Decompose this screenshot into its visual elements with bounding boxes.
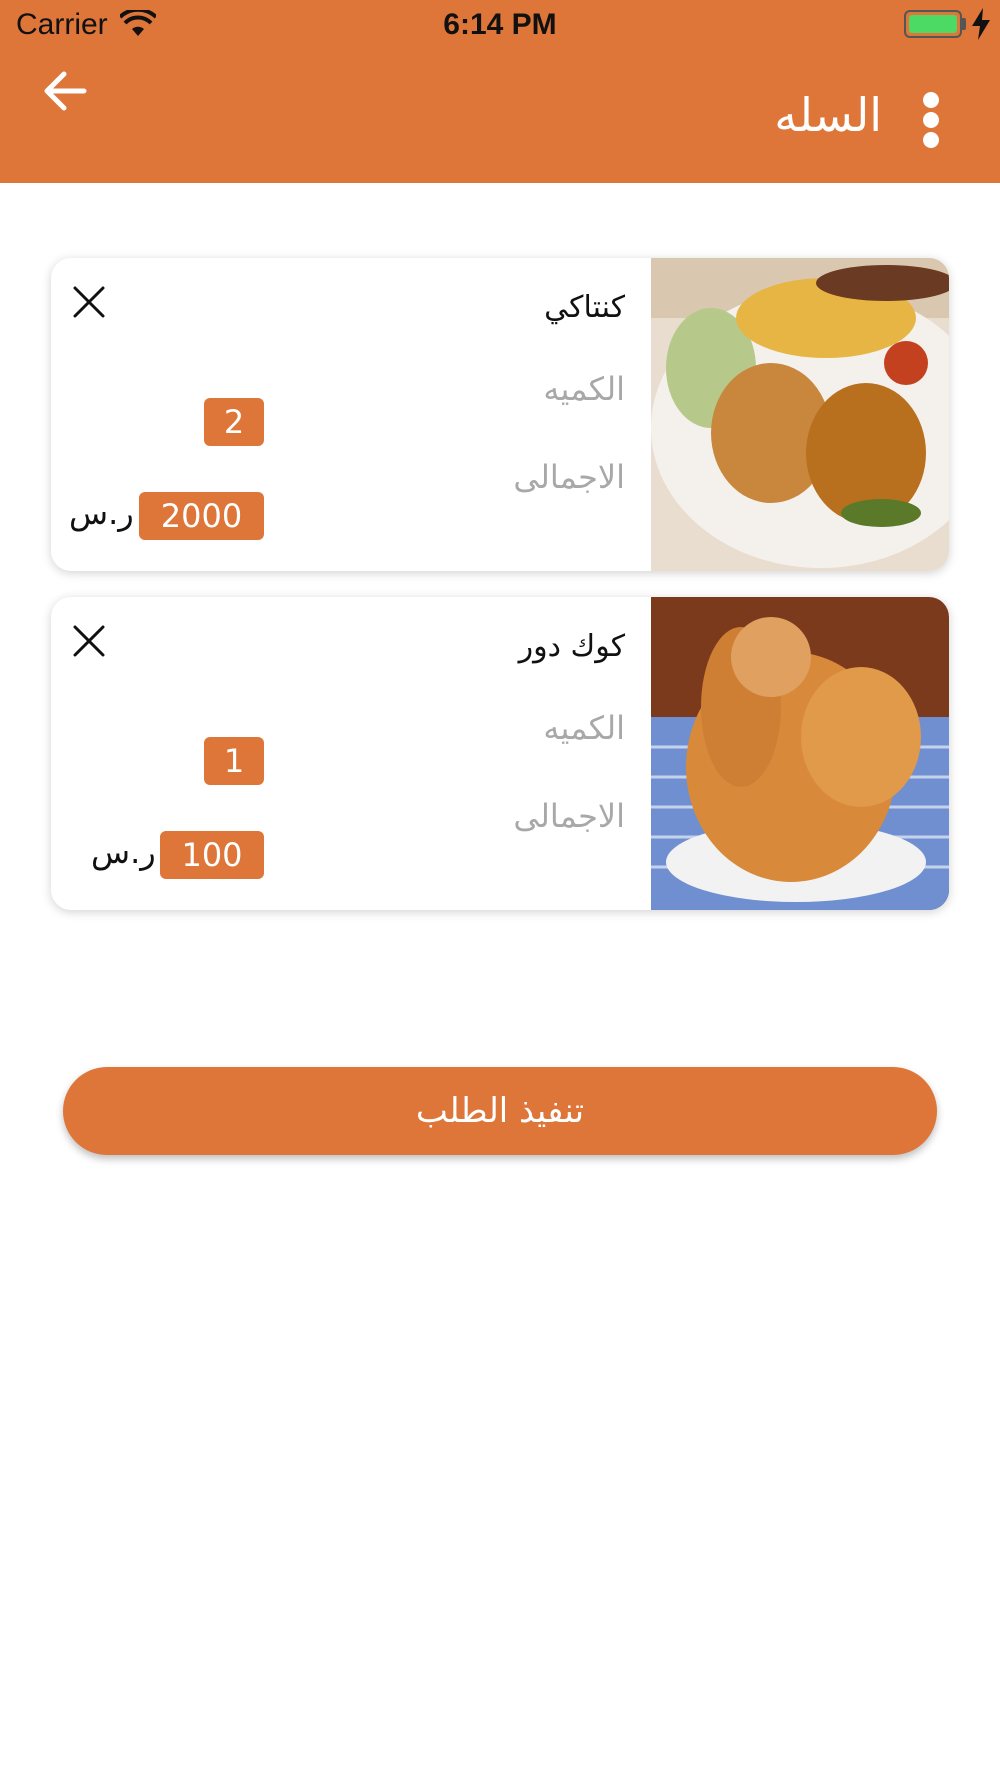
- status-bar: Carrier 6:14 PM: [0, 0, 1000, 52]
- status-time: 6:14 PM: [443, 8, 557, 41]
- total-label: الاجمالى: [513, 797, 625, 835]
- total-label: الاجمالى: [513, 458, 625, 496]
- grilled-chicken-plate-image: [651, 258, 949, 571]
- quantity-badge[interactable]: 2: [204, 398, 264, 446]
- currency-label: ر.س: [69, 494, 134, 532]
- more-options-icon[interactable]: [916, 90, 946, 150]
- cart-item-card: كنتاكي الكميه الاجمالى 2 2000 ر.س: [51, 258, 949, 571]
- total-badge: 2000: [139, 492, 264, 540]
- battery-tip: [962, 18, 966, 30]
- app-header: Carrier 6:14 PM السله: [0, 0, 1000, 183]
- quantity-label: الكميه: [543, 370, 625, 408]
- page-title: السله: [774, 88, 882, 142]
- back-arrow-icon[interactable]: [40, 66, 96, 116]
- remove-item-icon[interactable]: [67, 280, 111, 324]
- quantity-badge[interactable]: 1: [204, 737, 264, 785]
- remove-item-icon[interactable]: [67, 619, 111, 663]
- fried-chicken-image: [651, 597, 949, 910]
- currency-label: ر.س: [91, 833, 156, 871]
- total-badge: 100: [160, 831, 264, 879]
- item-name: كنتاكي: [544, 290, 625, 325]
- item-name: كوك دور: [518, 629, 625, 664]
- quantity-label: الكميه: [543, 709, 625, 747]
- charging-bolt-icon: [972, 8, 990, 40]
- cart-item-card: كوك دور الكميه الاجمالى 1 100 ر.س: [51, 597, 949, 910]
- checkout-button[interactable]: تنفيذ الطلب: [63, 1067, 937, 1155]
- battery-icon: [904, 10, 962, 38]
